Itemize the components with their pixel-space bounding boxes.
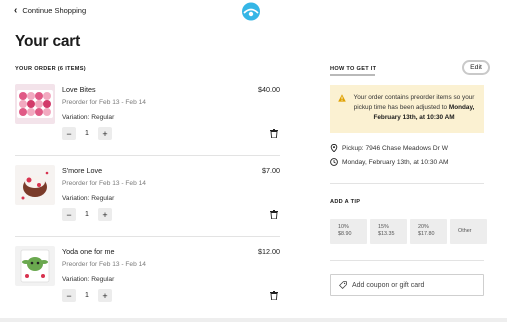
increase-quantity-button[interactable]: + (98, 208, 112, 221)
pickup-time-text: Monday, February 13th, at 10:30 AM (342, 158, 449, 166)
cart-item: Yoda one for me $12.00 Preorder for Feb … (15, 246, 280, 321)
quantity-stepper: − 1 + (62, 208, 112, 221)
item-name: S'more Love (62, 166, 103, 175)
item-price: $12.00 (258, 247, 280, 256)
section-divider (330, 183, 484, 184)
order-heading: YOUR ORDER (6 ITEMS) (15, 66, 86, 72)
chevron-left-icon: ‹ (14, 4, 18, 16)
trash-icon[interactable] (270, 210, 278, 219)
quantity-value: 1 (85, 292, 89, 299)
item-preorder: Preorder for Feb 13 - Feb 14 (62, 99, 146, 106)
preorder-notice: Your order contains preorder items so yo… (330, 85, 484, 133)
item-name: Yoda one for me (62, 247, 115, 256)
product-image (15, 165, 55, 205)
trash-icon[interactable] (270, 291, 278, 300)
coupon-label: Add coupon or gift card (352, 281, 425, 289)
decrease-quantity-button[interactable]: − (62, 127, 76, 140)
tip-percent: 10% (338, 224, 349, 230)
quantity-value: 1 (85, 211, 89, 218)
warning-icon (338, 94, 346, 102)
item-variation: Variation: Regular (62, 276, 115, 283)
quantity-stepper: − 1 + (62, 127, 112, 140)
tip-other-label: Other (458, 228, 472, 234)
tip-options: 10% $8.90 15% $13.35 20% $17.80 Other (330, 219, 487, 244)
tag-icon (339, 281, 347, 289)
store-logo[interactable] (241, 2, 261, 21)
how-to-get-it-heading: HOW TO GET IT (330, 66, 377, 72)
tip-amount: $13.35 (378, 231, 395, 237)
continue-shopping-link[interactable]: ‹ Continue Shopping (14, 4, 87, 16)
page-title: Your cart (15, 33, 81, 50)
trash-icon[interactable] (270, 129, 278, 138)
quantity-stepper: − 1 + (62, 289, 112, 302)
heading-underline (330, 74, 375, 76)
tip-option-20[interactable]: 20% $17.80 (410, 219, 447, 244)
tip-percent: 15% (378, 224, 389, 230)
item-divider (15, 236, 280, 237)
item-variation: Variation: Regular (62, 195, 115, 202)
increase-quantity-button[interactable]: + (98, 127, 112, 140)
clock-icon (330, 158, 338, 166)
quantity-value: 1 (85, 130, 89, 137)
item-name: Love Bites (62, 85, 96, 94)
add-tip-heading: ADD A TIP (330, 199, 361, 205)
product-image (15, 84, 55, 124)
item-divider (15, 155, 280, 156)
item-price: $40.00 (258, 85, 280, 94)
notice-text: Your order contains preorder items so yo… (350, 93, 478, 123)
add-coupon-button[interactable]: Add coupon or gift card (330, 274, 484, 296)
top-bar: ‹ Continue Shopping (0, 0, 507, 24)
page-bottom-edge (0, 318, 507, 322)
tip-amount: $17.80 (418, 231, 435, 237)
tip-option-other[interactable]: Other (450, 219, 487, 244)
continue-shopping-label: Continue Shopping (22, 6, 87, 15)
cart-item: Love Bites $40.00 Preorder for Feb 13 - … (15, 84, 280, 159)
pickup-location: Pickup: 7946 Chase Meadows Dr W (330, 144, 448, 152)
tip-option-10[interactable]: 10% $8.90 (330, 219, 367, 244)
cart-item: S'more Love $7.00 Preorder for Feb 13 - … (15, 165, 280, 240)
tip-amount: $8.90 (338, 231, 352, 237)
location-pin-icon (330, 144, 338, 152)
decrease-quantity-button[interactable]: − (62, 289, 76, 302)
product-image (15, 246, 55, 286)
decrease-quantity-button[interactable]: − (62, 208, 76, 221)
item-price: $7.00 (262, 166, 280, 175)
edit-fulfillment-button[interactable]: Edit (462, 60, 490, 75)
pickup-time: Monday, February 13th, at 10:30 AM (330, 158, 449, 166)
tip-percent: 20% (418, 224, 429, 230)
pickup-address: Pickup: 7946 Chase Meadows Dr W (342, 144, 448, 152)
tip-option-15[interactable]: 15% $13.35 (370, 219, 407, 244)
item-preorder: Preorder for Feb 13 - Feb 14 (62, 261, 146, 268)
item-preorder: Preorder for Feb 13 - Feb 14 (62, 180, 146, 187)
item-variation: Variation: Regular (62, 114, 115, 121)
increase-quantity-button[interactable]: + (98, 289, 112, 302)
section-divider (330, 260, 484, 261)
